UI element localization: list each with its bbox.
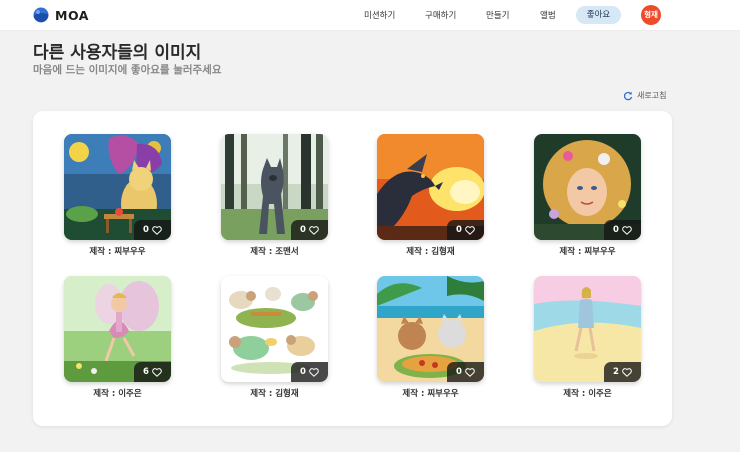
gallery-image[interactable]: 0 xyxy=(377,276,484,382)
gallery-image[interactable]: 6 xyxy=(64,276,171,382)
gallery-image[interactable]: 0 xyxy=(221,276,328,382)
heart-icon xyxy=(465,225,475,235)
creator-label: 제작 : 이주은 xyxy=(93,389,142,399)
gallery-card[interactable]: 0 제작 : 김형재 xyxy=(377,134,484,257)
gallery-image[interactable]: 2 xyxy=(534,276,641,382)
gallery-image[interactable]: 0 xyxy=(64,134,171,240)
like-count: 0 xyxy=(300,225,306,235)
gallery-card[interactable]: 0 제작 : 찌부우우 xyxy=(534,134,641,257)
refresh-icon xyxy=(623,91,633,100)
heart-icon xyxy=(309,367,319,377)
heart-icon xyxy=(622,367,632,377)
creator-label: 제작 : 찌부우우 xyxy=(89,247,146,257)
gallery-card[interactable]: 0 제작 : 김형재 xyxy=(221,276,328,399)
app-name: MOA xyxy=(55,7,89,23)
gallery-panel: 0 제작 : 찌부우우 0 제작: 조맨서 0 제작: 김형재 0 제작:… xyxy=(33,111,672,426)
nav-likes[interactable]: 좋아요 xyxy=(576,6,621,24)
heart-icon xyxy=(152,225,162,235)
like-count: 0 xyxy=(456,225,462,235)
nav-album[interactable]: 앨범 xyxy=(540,9,556,21)
like-button[interactable]: 0 xyxy=(447,220,484,240)
like-count: 0 xyxy=(300,367,306,377)
gallery-card[interactable]: 0 제작 : 찌부우우 xyxy=(64,134,171,257)
gallery-card[interactable]: 0 제작 : 조맨서 xyxy=(221,134,328,257)
gallery-card[interactable]: 6 제작 : 이주은 xyxy=(64,276,171,399)
page-subtitle: 마음에 드는 이미지에 좋아요를 눌러주세요 xyxy=(33,64,222,76)
like-button[interactable]: 0 xyxy=(291,362,328,382)
like-button[interactable]: 0 xyxy=(291,220,328,240)
gallery-image[interactable]: 0 xyxy=(377,134,484,240)
creator-label: 제작 : 김형재 xyxy=(250,389,299,399)
like-button[interactable]: 0 xyxy=(447,362,484,382)
heart-icon xyxy=(465,367,475,377)
refresh-button[interactable]: 새로고침 xyxy=(623,90,666,101)
gallery-image[interactable]: 0 xyxy=(221,134,328,240)
creator-label: 제작 : 조맨서 xyxy=(250,247,299,257)
like-button[interactable]: 6 xyxy=(134,362,171,382)
like-button[interactable]: 0 xyxy=(134,220,171,240)
like-button[interactable]: 0 xyxy=(604,220,641,240)
like-count: 6 xyxy=(143,367,149,377)
like-count: 0 xyxy=(613,225,619,235)
moa-logo-icon xyxy=(33,7,49,23)
like-count: 2 xyxy=(613,367,619,377)
creator-label: 제작 : 김형재 xyxy=(406,247,455,257)
nav-mission[interactable]: 미션하기 xyxy=(364,9,395,21)
like-button[interactable]: 2 xyxy=(604,362,641,382)
heart-icon xyxy=(622,225,632,235)
nav-create[interactable]: 만들기 xyxy=(486,9,509,21)
creator-label: 제작 : 이주은 xyxy=(563,389,612,399)
creator-label: 제작 : 찌부우우 xyxy=(402,389,459,399)
like-count: 0 xyxy=(143,225,149,235)
user-avatar[interactable]: 형재 xyxy=(641,5,661,25)
gallery-card[interactable]: 2 제작 : 이주은 xyxy=(534,276,641,399)
gallery-image[interactable]: 0 xyxy=(534,134,641,240)
like-count: 0 xyxy=(456,367,462,377)
gallery-card[interactable]: 0 제작 : 찌부우우 xyxy=(377,276,484,399)
page-title: 다른 사용자들의 이미지 xyxy=(33,43,202,63)
logo[interactable]: MOA xyxy=(33,7,89,23)
refresh-label: 새로고침 xyxy=(637,91,667,100)
heart-icon xyxy=(152,367,162,377)
nav-purchase[interactable]: 구매하기 xyxy=(425,9,456,21)
creator-label: 제작 : 찌부우우 xyxy=(559,247,616,257)
top-navbar: MOA 미션하기 구매하기 만들기 앨범 좋아요 형재 xyxy=(0,0,740,31)
heart-icon xyxy=(309,225,319,235)
